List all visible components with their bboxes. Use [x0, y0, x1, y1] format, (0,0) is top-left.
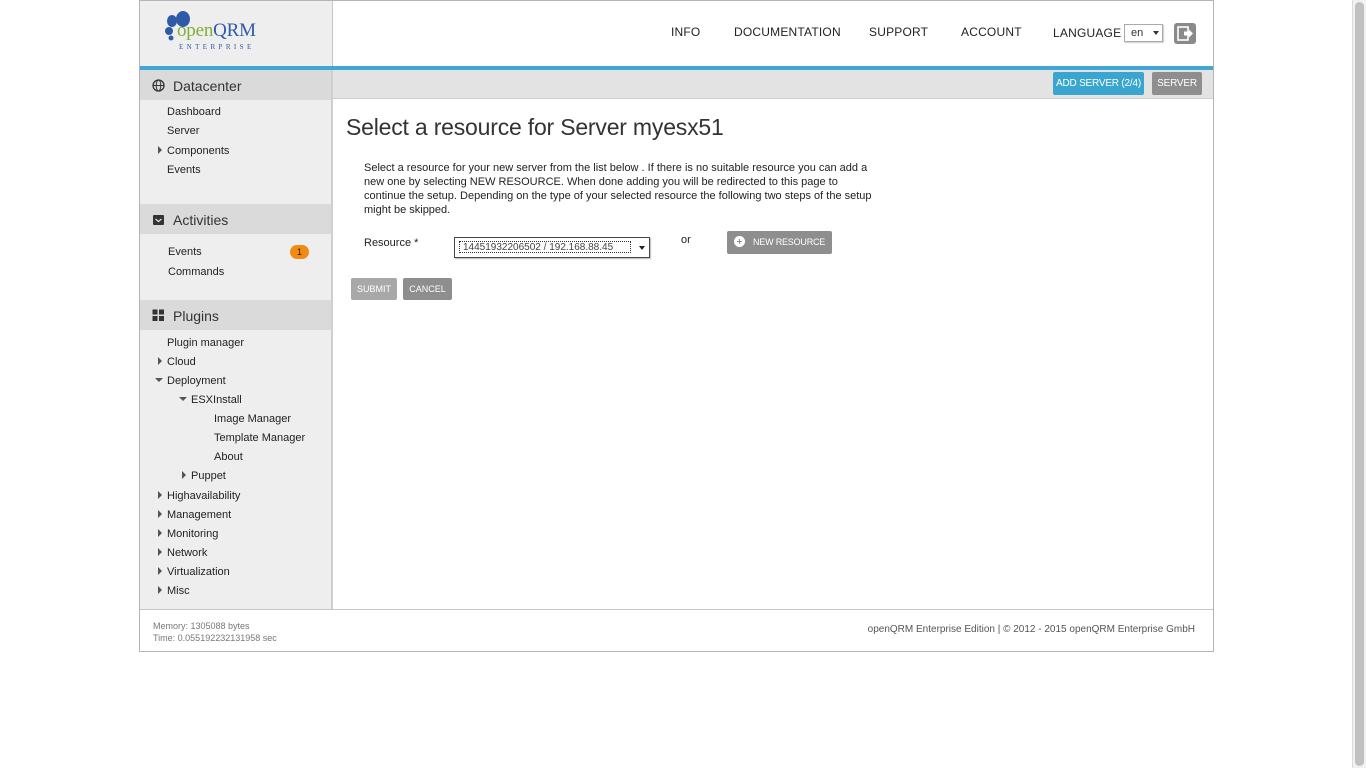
- datacenter-section-header[interactable]: Datacenter: [140, 70, 331, 100]
- inbox-icon: [153, 215, 164, 225]
- submit-button[interactable]: SUBMIT: [351, 278, 397, 300]
- events-count-badge: 1: [290, 245, 309, 259]
- copyright: openQRM Enterprise Edition | © 2012 - 20…: [867, 624, 1195, 635]
- chevron-down-icon: [1153, 31, 1159, 35]
- grid-icon: [152, 309, 164, 321]
- sidebar-item-puppet[interactable]: Puppet: [191, 470, 226, 482]
- globe-icon: [152, 79, 165, 92]
- chevron-down-icon: [639, 246, 645, 250]
- sidebar-item-cloud[interactable]: Cloud: [167, 356, 196, 368]
- sidebar-item-about[interactable]: About: [214, 451, 243, 463]
- plus-circle-icon: [734, 236, 745, 247]
- logout-icon: [1177, 26, 1193, 41]
- sidebar-item-deployment[interactable]: Deployment: [167, 375, 226, 387]
- sidebar-item-virtualization[interactable]: Virtualization: [167, 566, 230, 578]
- nav-account[interactable]: ACCOUNT: [961, 25, 1022, 39]
- collapse-arrow-icon[interactable]: [155, 378, 163, 382]
- scrollbar-thumb[interactable]: [1355, 2, 1364, 766]
- datacenter-title: Datacenter: [173, 78, 242, 94]
- sidebar-item-template-manager[interactable]: Template Manager: [214, 432, 305, 444]
- expand-arrow-icon[interactable]: [158, 491, 162, 499]
- sidebar-item-network[interactable]: Network: [167, 547, 207, 559]
- page-scrollbar[interactable]: [1352, 0, 1366, 768]
- expand-arrow-icon[interactable]: [158, 586, 162, 594]
- sidebar-item-monitoring[interactable]: Monitoring: [167, 528, 218, 540]
- new-resource-button[interactable]: NEW RESOURCE: [727, 231, 832, 254]
- activities-title: Activities: [173, 212, 229, 228]
- sidebar-item-events[interactable]: Events: [167, 164, 201, 176]
- sidebar-item-dashboard[interactable]: Dashboard: [167, 106, 221, 118]
- expand-arrow-icon[interactable]: [158, 548, 162, 556]
- logo[interactable]: openQRM ENTERPRISE: [140, 1, 333, 66]
- nav-documentation[interactable]: DOCUMENTATION: [734, 25, 841, 39]
- logout-button[interactable]: [1174, 23, 1196, 44]
- sidebar-item-misc[interactable]: Misc: [167, 585, 190, 597]
- expand-arrow-icon[interactable]: [158, 357, 162, 365]
- add-server-step-button[interactable]: ADD SERVER (2/4): [1053, 72, 1144, 95]
- language-value: en: [1131, 27, 1144, 39]
- expand-arrow-icon[interactable]: [158, 567, 162, 575]
- page-title: Select a resource for Server myesx51: [346, 114, 724, 140]
- expand-arrow-icon[interactable]: [158, 529, 162, 537]
- server-button[interactable]: SERVER: [1152, 72, 1202, 95]
- resource-select-value: 14451932206502 / 192.168.88.45: [459, 241, 631, 253]
- sidebar-item-esxinstall[interactable]: ESXInstall: [191, 394, 242, 406]
- sidebar-item-management[interactable]: Management: [167, 509, 231, 521]
- nav-support[interactable]: SUPPORT: [869, 25, 928, 39]
- logo-brand: openQRM: [177, 20, 256, 41]
- activities-section-header[interactable]: Activities: [140, 204, 331, 234]
- footer: Memory: 1305088 bytes Time: 0.0551922321…: [140, 609, 1213, 651]
- page-description: Select a resource for your new server fr…: [364, 162, 872, 216]
- sidebar-item-components[interactable]: Components: [167, 145, 229, 157]
- plugins-title: Plugins: [173, 308, 219, 324]
- resource-label: Resource *: [364, 237, 419, 249]
- sidebar-item-server[interactable]: Server: [167, 125, 199, 137]
- language-label: LANGUAGE: [1053, 26, 1122, 40]
- memory-usage: Memory: 1305088 bytes: [153, 621, 250, 631]
- resource-select[interactable]: 14451932206502 / 192.168.88.45: [454, 237, 650, 258]
- sidebar-item-commands[interactable]: Commands: [168, 266, 224, 278]
- logo-tagline: ENTERPRISE: [179, 43, 255, 51]
- app-frame: openQRM ENTERPRISE INFO DOCUMENTATION SU…: [139, 0, 1214, 652]
- render-time: Time: 0.055192232131958 sec: [153, 633, 277, 643]
- cancel-button[interactable]: CANCEL: [403, 278, 452, 300]
- new-resource-label: NEW RESOURCE: [753, 237, 826, 247]
- collapse-arrow-icon[interactable]: [179, 397, 187, 401]
- language-select[interactable]: en: [1124, 24, 1163, 42]
- expand-arrow-icon[interactable]: [182, 471, 186, 479]
- sidebar-item-activity-events[interactable]: Events: [168, 246, 202, 258]
- or-separator: or: [681, 234, 691, 246]
- plugins-section-header[interactable]: Plugins: [140, 300, 331, 330]
- expand-arrow-icon[interactable]: [158, 146, 162, 154]
- nav-info[interactable]: INFO: [671, 25, 700, 39]
- sidebar: Datacenter Dashboard Server Components E…: [140, 70, 333, 609]
- expand-arrow-icon[interactable]: [158, 510, 162, 518]
- sidebar-item-highavailability[interactable]: Highavailability: [167, 490, 240, 502]
- sidebar-item-plugin-manager[interactable]: Plugin manager: [167, 337, 244, 349]
- sidebar-item-image-manager[interactable]: Image Manager: [214, 413, 291, 425]
